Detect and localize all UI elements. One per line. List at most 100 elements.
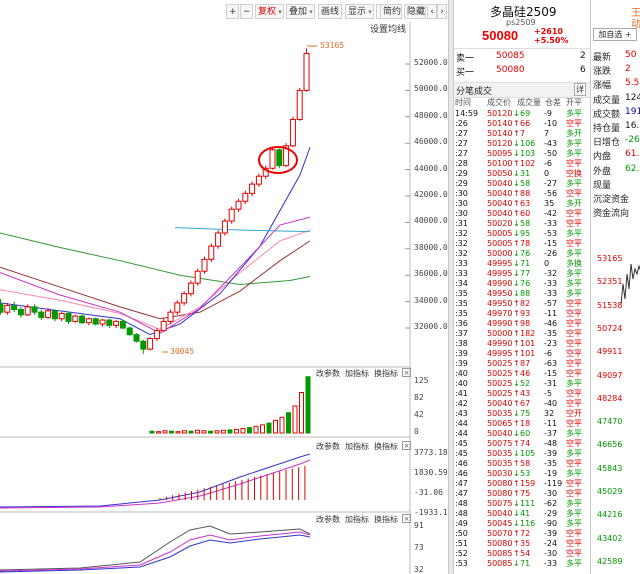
stat-value: 2 (625, 64, 631, 75)
candle-body (242, 192, 249, 202)
candle-body (17, 309, 24, 316)
candle-body (140, 340, 147, 350)
zoom-in-button[interactable]: + (226, 4, 239, 19)
trade-volume: 88 (520, 189, 531, 198)
sub1-close-button[interactable]: × (402, 368, 411, 377)
sub3-swap-button[interactable]: 换指标 (374, 514, 398, 525)
trades-column-header: 时间 成交价 成交量 仓差 开平 (454, 97, 590, 109)
draw-line-button[interactable]: 画线 (318, 4, 342, 19)
hide-button[interactable]: 隐藏 (404, 4, 426, 19)
stat-label: 资金流向 (593, 209, 630, 220)
volume-bar (227, 429, 233, 434)
sub3-close-button[interactable]: × (402, 514, 411, 523)
stat-label: 涨幅 (593, 81, 612, 92)
trade-oi-change: 32 (544, 409, 555, 418)
volume-bar (253, 425, 259, 434)
trade-price: 50120 (487, 109, 513, 118)
sub1-add-button[interactable]: 加指标 (345, 368, 369, 379)
volume-bar (266, 422, 272, 434)
nav-prev-button[interactable]: ‹ (427, 4, 437, 19)
display-dropdown[interactable]: 显示 (345, 4, 374, 19)
volume-bar (169, 430, 174, 434)
stat-label: 日增仓 (593, 138, 621, 149)
zoom-out-button[interactable]: − (240, 4, 253, 19)
trade-volume: 66 (520, 119, 531, 128)
trade-volume: 58 (520, 459, 531, 468)
sub2-params-button[interactable]: 改参数 (316, 441, 340, 452)
trade-time: :32 (455, 249, 468, 258)
trade-volume: 18 (520, 419, 531, 428)
trade-volume: 182 (520, 329, 536, 338)
trades-detail-button[interactable]: 详 (574, 83, 586, 96)
trade-price: 50040 (487, 199, 513, 208)
trade-direction-icon: ↑ (513, 549, 520, 558)
trades-list[interactable]: 14:59 50120 ↓ 69 -9 多平:26 50140 ↑ 66 -10 空平:27 5014… (454, 109, 590, 574)
overlay-dropdown[interactable]: 叠加 (286, 4, 315, 19)
volume-bar (208, 430, 213, 434)
candle-body (255, 175, 262, 185)
trade-oi-change: -48 (544, 439, 558, 448)
trade-row: :37 50000 ↑ 182 -35 空平 (454, 329, 590, 339)
restore-label: 复权 (258, 7, 277, 17)
stat-value: 16.5 (625, 121, 640, 131)
mini-price-chart (620, 263, 640, 305)
sub2-add-button[interactable]: 加指标 (345, 441, 369, 452)
sub1-params-button[interactable]: 改参数 (316, 368, 340, 379)
candle-body (208, 245, 215, 260)
trade-time: :27 (455, 129, 468, 138)
buy1-row: 买一 50080 6 (454, 65, 590, 79)
add-favorite-button[interactable]: 加自选 + (593, 28, 637, 41)
trade-oi-change: -57 (544, 299, 558, 308)
trade-type: 多平 (566, 149, 582, 158)
trade-row: :34 49990 ↓ 76 -33 多平 (454, 279, 590, 289)
change-value: +2610 (534, 27, 563, 36)
trade-type: 空换 (566, 169, 582, 178)
sub1-swap-button[interactable]: 换指标 (374, 368, 398, 379)
sub2-swap-button[interactable]: 换指标 (374, 441, 398, 452)
trade-volume: 52 (520, 379, 531, 388)
trade-time: :45 (455, 439, 468, 448)
high-price-label: 53165 (320, 41, 345, 50)
trade-volume: 60 (520, 429, 531, 438)
trade-price: 50080 (487, 539, 513, 548)
restore-rights-dropdown[interactable]: 复权 (255, 4, 284, 19)
trade-volume: 105 (520, 449, 536, 458)
trade-row: :46 50035 ↑ 58 -35 空平 (454, 459, 590, 469)
trade-time: :31 (455, 219, 468, 228)
trade-price: 50025 (487, 359, 513, 368)
trade-direction-icon: ↑ (513, 329, 520, 338)
trade-time: :48 (455, 509, 468, 518)
sub2-close-button[interactable]: × (402, 441, 411, 450)
trade-time: :40 (455, 379, 468, 388)
trade-price: 50025 (487, 389, 513, 398)
buy1-price: 50080 (496, 65, 525, 75)
trade-time: :39 (455, 359, 468, 368)
sub3-params-button[interactable]: 改参数 (316, 514, 340, 525)
volume-bar (234, 428, 239, 434)
kline-chart-area[interactable]: 设置均线 53165 30045 改参数 加指标 换指标 × 改参数 加指标 换… (0, 22, 453, 574)
volume-bar (162, 430, 168, 434)
kline-chart-svg[interactable] (0, 22, 448, 574)
trade-oi-change: 0 (544, 259, 550, 268)
trade-volume: 106 (520, 139, 536, 148)
candle-body (235, 200, 242, 210)
brief-button[interactable]: 简约 (380, 4, 402, 19)
volume-bar (221, 429, 226, 434)
trade-type: 空平 (566, 309, 582, 318)
ma-settings-link[interactable]: 设置均线 (370, 22, 406, 35)
trade-oi-change: -23 (544, 339, 558, 348)
trade-time: :44 (455, 419, 468, 428)
trade-price: 50040 (487, 209, 513, 218)
sub3-add-button[interactable]: 加指标 (345, 514, 369, 525)
trade-oi-change: -62 (544, 499, 558, 508)
trade-time: :42 (455, 399, 468, 408)
candle-body (221, 220, 228, 234)
nav-next-button[interactable]: › (437, 4, 447, 19)
trade-oi-change: -27 (544, 179, 558, 188)
trade-time: :50 (455, 529, 468, 538)
trade-price: 50100 (487, 159, 513, 168)
trade-time: :30 (455, 209, 468, 218)
trade-row: :33 49995 ↓ 77 -32 多平 (454, 269, 590, 279)
volume-bar (201, 430, 207, 434)
trade-type: 多平 (566, 179, 582, 188)
